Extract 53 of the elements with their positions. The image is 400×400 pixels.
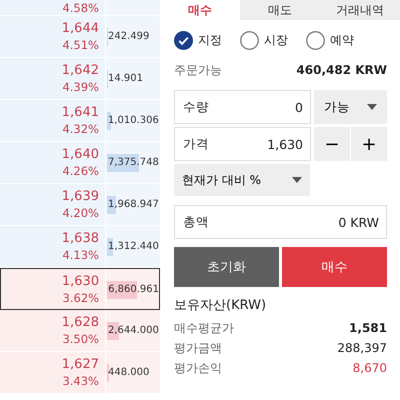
quantity-field[interactable]: 수량 0 <box>174 90 311 124</box>
holding-label: 평가금액 <box>174 340 222 356</box>
volume: 242.499 <box>107 31 150 42</box>
quantity-dropdown[interactable]: 가능 <box>314 90 387 124</box>
price: 1,638 <box>62 230 99 247</box>
available-label: 주문가능 <box>174 62 222 78</box>
change-percent: 4.32% <box>62 121 99 137</box>
holding-value: 1,581 <box>349 321 387 335</box>
change-percent: 4.51% <box>62 37 99 53</box>
price-field[interactable]: 가격 1,630 <box>174 127 311 161</box>
volume: 7,375.748 <box>107 157 159 168</box>
change-percent: 4.20% <box>62 205 99 221</box>
change-percent: 3.50% <box>62 331 99 347</box>
price: 1,627 <box>62 356 99 373</box>
percent-dropdown[interactable]: 현재가 대비 % <box>174 164 310 196</box>
caret-icon <box>292 177 302 183</box>
holdings-title: 보유자산(KRW) <box>174 297 268 314</box>
change-percent: 4.58% <box>62 0 99 16</box>
price: 1,639 <box>62 188 99 205</box>
price: 1,644 <box>62 20 99 37</box>
caret-icon <box>367 104 377 110</box>
holding-value: 288,397 <box>337 341 387 355</box>
volume: 1,312.440 <box>107 241 159 252</box>
change-percent: 3.62% <box>62 290 100 306</box>
order-type-option[interactable]: 시장 <box>240 31 288 50</box>
change-percent: 4.26% <box>62 163 99 179</box>
order-type-option[interactable]: 예약 <box>306 31 354 50</box>
price: 1,630 <box>62 272 100 290</box>
price: 1,641 <box>62 104 99 121</box>
holding-label: 매수평균가 <box>174 320 234 336</box>
volume: 2,644.000 <box>107 325 159 336</box>
volume: 1,010.306 <box>107 115 159 126</box>
price: 1,640 <box>62 146 99 163</box>
total-field[interactable]: 총액 0 KRW <box>174 205 387 239</box>
change-percent: 4.13% <box>62 247 99 263</box>
change-percent: 3.43% <box>62 373 99 389</box>
volume: 448.000 <box>107 367 150 378</box>
order-type-option[interactable]: 지정 <box>174 31 222 50</box>
reset-button[interactable]: 초기화 <box>174 247 279 287</box>
available-amount: 460,482 KRW <box>296 63 387 77</box>
tab[interactable]: 매도 <box>240 0 320 20</box>
buy-button[interactable]: 매수 <box>282 247 387 287</box>
volume: 6,860.961 <box>107 284 159 294</box>
volume: 1,968.947 <box>107 199 159 210</box>
change-percent: 4.39% <box>62 79 99 95</box>
plus-button[interactable]: + <box>351 127 387 161</box>
holding-value: 8,670 <box>352 361 387 375</box>
volume: 14.901 <box>107 73 143 84</box>
minus-button[interactable]: − <box>314 127 350 161</box>
holding-label: 평가손익 <box>174 360 222 376</box>
price: 1,642 <box>62 62 99 79</box>
price: 1,628 <box>62 314 99 331</box>
tab[interactable]: 거래내역 <box>320 0 400 20</box>
